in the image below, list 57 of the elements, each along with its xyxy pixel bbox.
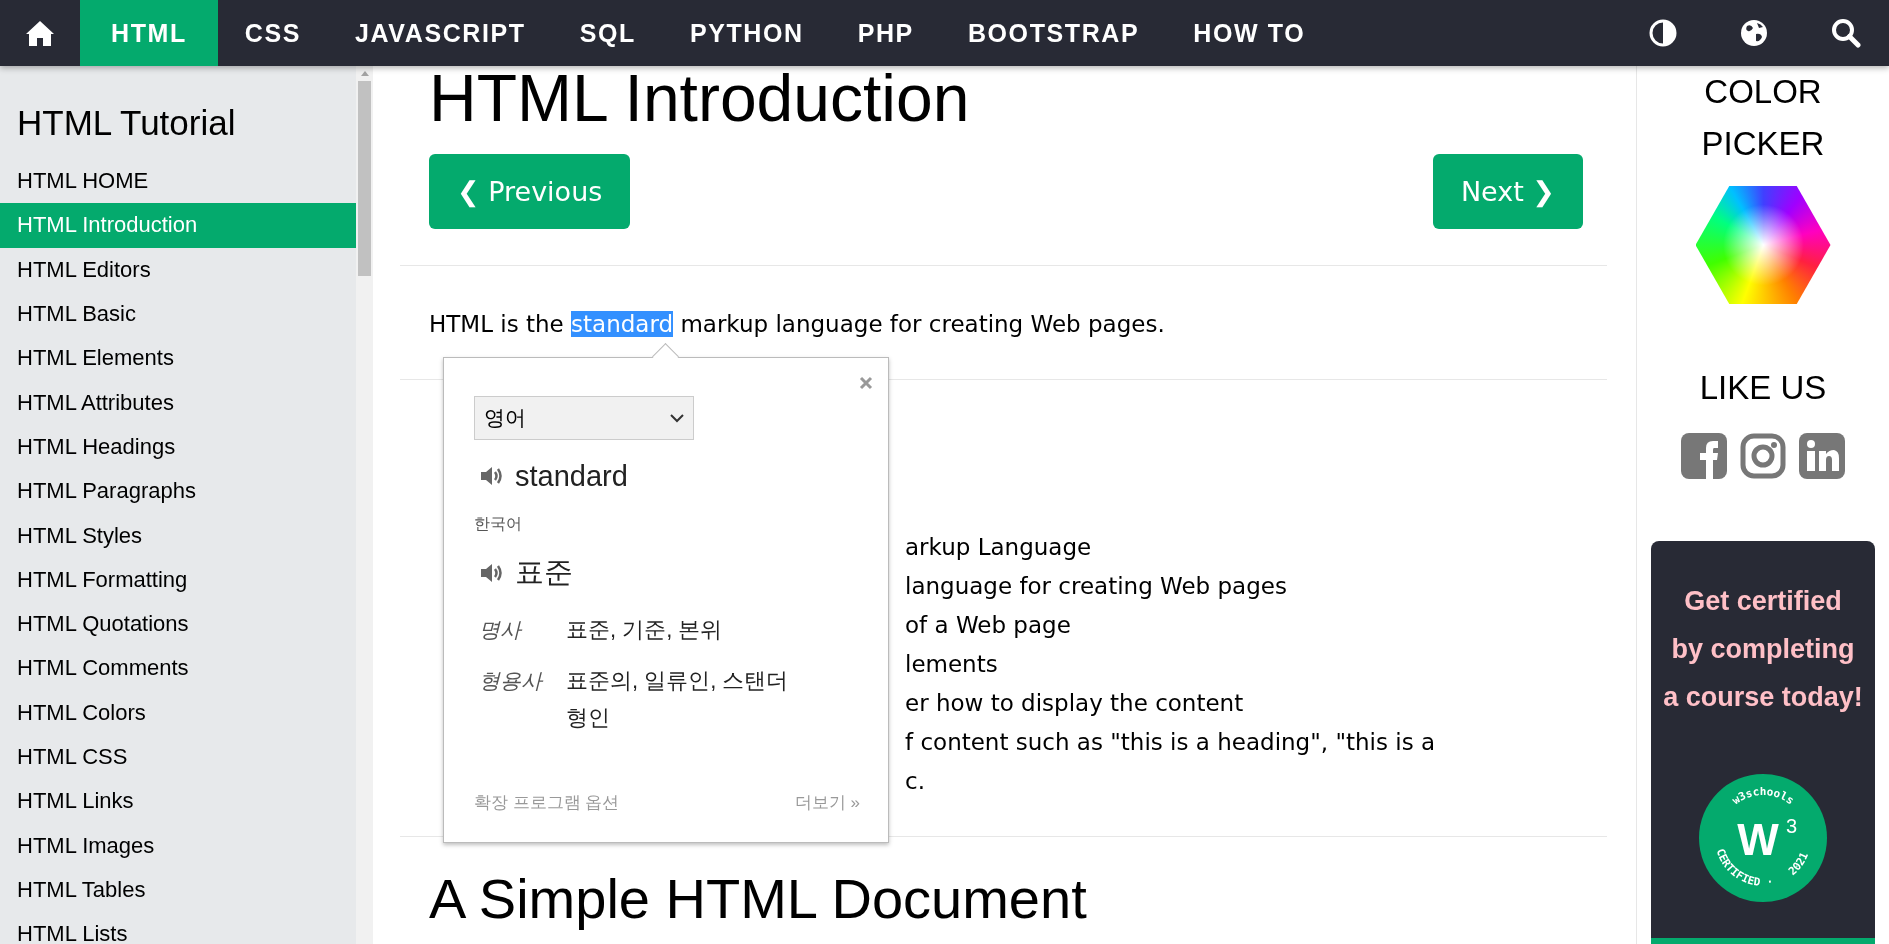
sidebar-title: HTML Tutorial — [16, 105, 237, 141]
nav-tab[interactable]: CSS — [217, 0, 329, 66]
meanings-text: 표준의, 일류인, 스탠더형인 — [566, 667, 790, 732]
target-language: 한국어 — [474, 514, 523, 534]
sidebar-item[interactable]: HTML Headings — [0, 424, 356, 470]
promo-text: by completing — [1670, 633, 1856, 666]
nav-tab[interactable]: HOW TO — [1166, 0, 1333, 66]
nav-tab[interactable]: PYTHON — [662, 0, 831, 66]
like-us-title: LIKE US — [1698, 368, 1828, 408]
meanings-text: 표준, 기준, 본위 — [566, 616, 724, 644]
contrast-icon[interactable] — [1649, 19, 1677, 47]
intro-paragraph: HTML is the standard markup language for creating Web pages. — [428, 310, 1166, 339]
nav-tab[interactable]: BOOTSTRAP — [940, 0, 1167, 66]
search-icon[interactable] — [1831, 18, 1861, 48]
source-word: standard — [515, 459, 628, 493]
sidebar-item[interactable]: HTML Links — [0, 779, 356, 824]
promo-text: a course today! — [1663, 681, 1863, 714]
list-item-text: f content such as "this is a heading", "this is a — [905, 728, 1437, 757]
page-title: HTML Introduction — [428, 66, 971, 130]
sidebar-item[interactable]: HTML Lists — [0, 912, 356, 944]
part-of-speech: 형용사 — [478, 668, 544, 694]
instagram-icon[interactable] — [1740, 433, 1786, 479]
globe-icon[interactable] — [1739, 18, 1769, 48]
linkedin-icon[interactable] — [1799, 433, 1845, 479]
sidebar-item[interactable]: HTML Formatting — [0, 557, 356, 602]
sidebar-item[interactable]: HTML Comments — [0, 646, 356, 691]
sidebar-item[interactable]: HTML CSS — [0, 734, 356, 780]
nav-tab[interactable]: SQL — [552, 0, 663, 66]
sidebar-item[interactable]: HTML Basic — [0, 291, 356, 337]
sidebar-item[interactable]: HTML Images — [0, 823, 356, 868]
sidebar-item[interactable]: HTML HOME — [0, 159, 356, 204]
sidebar-item[interactable]: HTML Attributes — [0, 380, 356, 425]
list-item-text: arkup Language — [905, 533, 1093, 562]
sidebar-item[interactable]: HTML Editors — [0, 247, 356, 292]
color-picker-title: COLOR PICKER — [1700, 72, 1826, 164]
sidebar-item[interactable]: HTML Paragraphs — [0, 469, 356, 514]
part-of-speech: 명사 — [478, 617, 523, 643]
list-item-text: c. — [905, 767, 926, 796]
close-icon[interactable] — [859, 376, 873, 390]
sidebar-item[interactable]: HTML Elements — [0, 336, 356, 381]
scrollbar[interactable] — [356, 66, 373, 944]
sidebar-item[interactable]: HTML Colors — [0, 690, 356, 735]
sidebar-item[interactable]: HTML Tables — [0, 867, 356, 913]
list-item-text: of a Web page — [905, 611, 1072, 640]
facebook-icon[interactable] — [1681, 433, 1727, 479]
language-select[interactable]: 영어 — [474, 396, 694, 440]
section-heading: A Simple HTML Document — [428, 867, 1088, 931]
translated-word: 표준 — [515, 555, 573, 590]
sidebar-item[interactable]: HTML Styles — [0, 513, 356, 558]
sidebar-item[interactable]: HTML Quotations — [0, 601, 356, 647]
nav-tab[interactable]: JAVASCRIPT — [328, 0, 553, 66]
list-item-text: language for creating Web pages — [905, 572, 1288, 601]
list-item-text: lements — [905, 650, 999, 679]
promo-text: Get certified — [1683, 585, 1843, 618]
nav-tab[interactable]: PHP — [830, 0, 941, 66]
list-item-text: er how to display the content — [905, 689, 1245, 718]
chevron-icon — [669, 413, 685, 423]
